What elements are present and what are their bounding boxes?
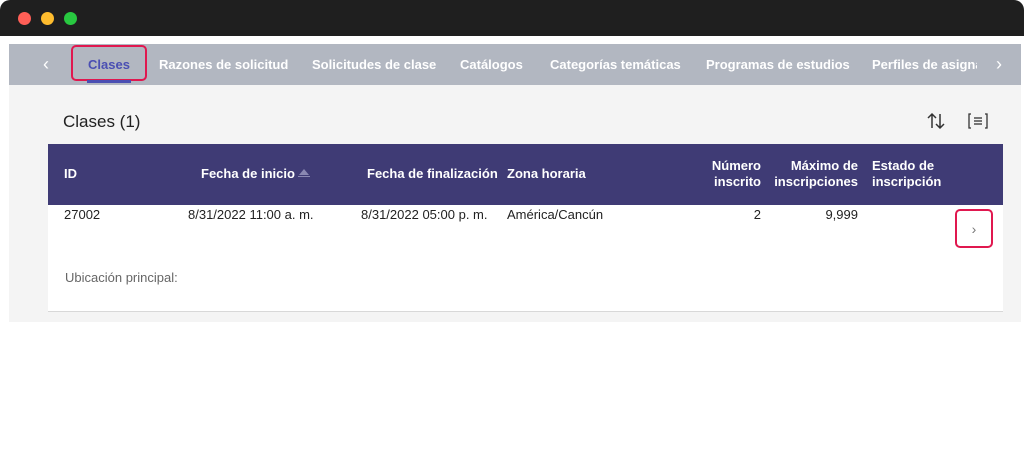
tab-razones-de-solicitud[interactable]: Razones de solicitud xyxy=(159,44,288,85)
header-id[interactable]: ID xyxy=(64,166,77,182)
minimize-window-button[interactable] xyxy=(41,12,54,25)
row-detail-chevron-icon[interactable]: › xyxy=(955,209,993,248)
header-timezone[interactable]: Zona horaria xyxy=(507,166,586,182)
sort-indicator-line xyxy=(298,176,310,177)
header-max-line2[interactable]: inscripciones xyxy=(773,174,858,190)
tab-programas-de-estudios[interactable]: Programas de estudios xyxy=(706,44,850,85)
cell-end-date: 8/31/2022 05:00 p. m. xyxy=(361,207,488,222)
tab-catalogos[interactable]: Catálogos xyxy=(460,44,523,85)
section-title: Clases (1) xyxy=(63,112,141,131)
maximize-window-button[interactable] xyxy=(64,12,77,25)
window-titlebar xyxy=(0,0,1024,36)
header-status-line1[interactable]: Estado de xyxy=(872,158,934,174)
classes-table: ID Fecha de inicio Fecha de finalización… xyxy=(48,144,1003,312)
tab-bar: ‹ Clases Razones de solicitud Solicitude… xyxy=(9,44,1021,85)
cell-max-enrollment: 9,999 xyxy=(825,207,858,222)
tab-perfiles-de-asignacion[interactable]: Perfiles de asignación xyxy=(872,44,977,85)
cell-id: 27002 xyxy=(64,207,101,222)
primary-location-label: Ubicación principal: xyxy=(65,270,178,285)
cell-timezone: América/Cancún xyxy=(507,207,604,222)
tabs-prev-icon[interactable]: ‹ xyxy=(31,44,61,85)
header-end-date[interactable]: Fecha de finalización xyxy=(367,166,498,182)
active-tab-underline xyxy=(87,80,131,83)
list-settings-icon[interactable] xyxy=(967,111,989,131)
sort-icon[interactable] xyxy=(925,110,947,132)
app-content: ‹ Clases Razones de solicitud Solicitude… xyxy=(9,44,1021,322)
header-enrolled-line2[interactable]: inscrito xyxy=(711,174,761,190)
header-status-line2[interactable]: inscripción xyxy=(872,174,941,190)
cell-start-date: 8/31/2022 11:00 a. m. xyxy=(188,207,314,222)
table-header: ID Fecha de inicio Fecha de finalización… xyxy=(48,144,1003,205)
tab-clases[interactable]: Clases xyxy=(88,44,130,85)
header-start-date[interactable]: Fecha de inicio xyxy=(201,166,295,182)
header-enrolled-line1[interactable]: Número xyxy=(711,158,761,174)
tabs-strip: Clases Razones de solicitud Solicitudes … xyxy=(69,44,977,85)
close-window-button[interactable] xyxy=(18,12,31,25)
sort-ascending-icon xyxy=(299,169,309,175)
cell-enrolled: 2 xyxy=(753,207,761,222)
tab-solicitudes-de-clase[interactable]: Solicitudes de clase xyxy=(312,44,436,85)
tabs-next-icon[interactable]: › xyxy=(984,44,1014,85)
header-max-line1[interactable]: Máximo de xyxy=(773,158,858,174)
tab-categorias-tematicas[interactable]: Categorías temáticas xyxy=(550,44,681,85)
